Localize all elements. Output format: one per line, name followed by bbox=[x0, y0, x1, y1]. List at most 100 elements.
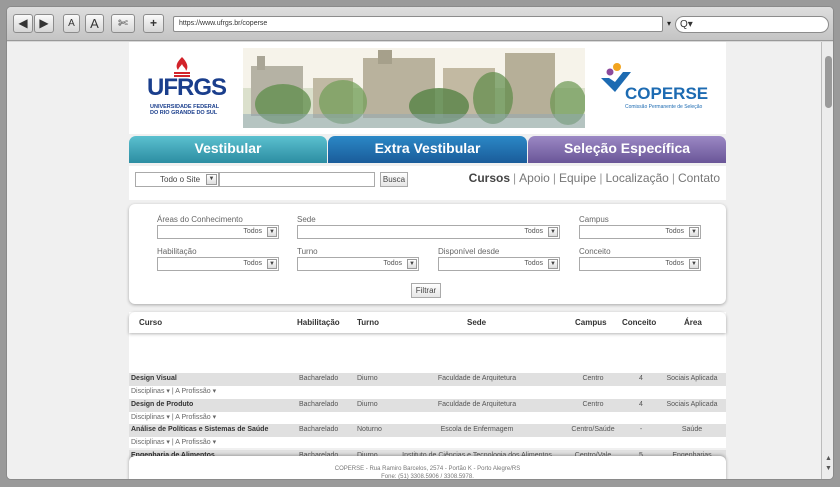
nav-cursos[interactable]: Cursos bbox=[469, 171, 510, 185]
cell-curso[interactable]: Design Visual bbox=[131, 375, 177, 382]
cell-area: Sociais Aplicada bbox=[666, 375, 718, 382]
habilitacao-value: Todos bbox=[243, 260, 262, 267]
col-conceito[interactable]: Conceito bbox=[622, 318, 656, 327]
habilitacao-label: Habilitação bbox=[157, 247, 197, 256]
text-smaller-button[interactable]: A bbox=[63, 14, 80, 33]
nav-equipe[interactable]: Equipe bbox=[559, 171, 596, 185]
tab-vestibular[interactable]: Vestibular bbox=[129, 136, 327, 163]
chevron-down-icon: ▼ bbox=[689, 227, 699, 237]
site-search-input[interactable] bbox=[219, 172, 375, 187]
col-turno[interactable]: Turno bbox=[357, 318, 379, 327]
ufrgs-wordmark: UFRGS bbox=[147, 74, 227, 101]
cell-habilitacao: Bacharelado bbox=[299, 400, 339, 408]
chevron-down-icon: ▼ bbox=[267, 259, 277, 269]
col-habilitacao[interactable]: Habilitação bbox=[297, 318, 340, 327]
footer-address: COPERSE - Rua Ramiro Barcelos, 2574 - Po… bbox=[334, 466, 521, 472]
filtrar-button[interactable]: Filtrar bbox=[411, 283, 441, 298]
disponivel-label: Disponível desde bbox=[438, 247, 500, 256]
coperse-subtitle: Comissão Permanente de Seleção bbox=[625, 104, 703, 110]
table-row[interactable]: Design Visual Bacharelado Diurno Faculdade … bbox=[129, 373, 726, 386]
cell-curso[interactable]: Análise de Políticas e Sistemas de Saúde bbox=[131, 426, 268, 433]
cell-turno: Diurno bbox=[357, 375, 378, 382]
add-bookmark-button[interactable]: + bbox=[143, 14, 164, 33]
top-navigation: Cursos | Apoio | Equipe | Localização | Contato bbox=[468, 171, 720, 185]
filters-panel: Áreas do Conhecimento Todos ▼ Sede Todos ▼… bbox=[129, 204, 726, 304]
address-dropdown-icon[interactable]: ▾ bbox=[663, 16, 675, 32]
campus-select[interactable]: Todos ▼ bbox=[579, 225, 701, 239]
row-sublinks[interactable]: Disciplinas ▾ | A Profissão ▾ bbox=[131, 387, 216, 395]
habilitacao-select[interactable]: Todos ▼ bbox=[157, 257, 279, 271]
campus-label: Campus bbox=[579, 215, 609, 224]
chevron-down-icon: ▼ bbox=[206, 174, 217, 185]
forward-icon[interactable]: ▶ bbox=[34, 14, 54, 33]
address-bar[interactable]: https://www.ufrgs.br/coperse bbox=[173, 16, 663, 32]
col-curso[interactable]: Curso bbox=[139, 318, 162, 327]
coperse-logo[interactable]: COPERSE Comissão Permanente de Seleção bbox=[593, 60, 723, 120]
cell-sede: Faculdade de Arquitetura bbox=[437, 375, 517, 382]
text-larger-button[interactable]: A bbox=[85, 14, 104, 33]
browser-toolbar: ◀ ▶ A A ✄ + https://www.ufrgs.br/coperse… bbox=[7, 7, 833, 41]
turno-select[interactable]: Todos ▼ bbox=[297, 257, 419, 271]
chevron-down-icon: ▼ bbox=[548, 259, 558, 269]
coperse-wordmark: COPERSE bbox=[625, 84, 709, 103]
campus-value: Todos bbox=[665, 228, 684, 235]
nav-apoio[interactable]: Apoio bbox=[519, 171, 550, 185]
browser-search-field[interactable]: Q▾ bbox=[675, 16, 829, 33]
main-tabs: Vestibular Extra Vestibular Seleção Espe… bbox=[129, 136, 726, 163]
turno-value: Todos bbox=[383, 260, 402, 267]
page-scrollbar[interactable]: ▲ ▼ bbox=[821, 42, 833, 479]
site-footer: COPERSE - Rua Ramiro Barcelos, 2574 - Po… bbox=[129, 456, 726, 479]
nav-localizacao[interactable]: Localização bbox=[605, 171, 668, 185]
table-row[interactable]: Análise de Políticas e Sistemas de Saúde… bbox=[129, 424, 726, 437]
cell-conceito: 4 bbox=[639, 400, 643, 408]
back-icon[interactable]: ◀ bbox=[13, 14, 33, 33]
cell-sede: Faculdade de Arquitetura bbox=[437, 400, 517, 408]
cell-sede: Escola de Enfermagem bbox=[440, 426, 514, 433]
snippet-icon[interactable]: ✄ bbox=[111, 14, 135, 33]
search-scope-select[interactable]: Todo o Site ▼ bbox=[135, 172, 219, 187]
row-sublinks[interactable]: Disciplinas ▾ | A Profissão ▾ bbox=[131, 438, 216, 446]
col-sede[interactable]: Sede bbox=[467, 318, 486, 327]
turno-label: Turno bbox=[297, 247, 318, 256]
cell-turno: Noturno bbox=[357, 426, 382, 433]
row-sublinks[interactable]: Disciplinas ▾ | A Profissão ▾ bbox=[131, 413, 216, 421]
scroll-up-icon[interactable]: ▲ bbox=[824, 454, 833, 463]
cell-turno: Diurno bbox=[357, 400, 378, 408]
cell-habilitacao: Bacharelado bbox=[299, 426, 339, 433]
sede-label: Sede bbox=[297, 215, 316, 224]
area-value: Todos bbox=[243, 228, 262, 235]
col-area[interactable]: Área bbox=[684, 318, 702, 327]
disponivel-select[interactable]: Todos ▼ bbox=[438, 257, 560, 271]
busca-button[interactable]: Busca bbox=[380, 172, 408, 187]
ufrgs-subtitle: UNIVERSIDADE FEDERAL DO RIO GRANDE DO SU… bbox=[150, 104, 230, 116]
search-nav-row: Todo o Site ▼ Busca Cursos | Apoio | Equipe |… bbox=[129, 166, 726, 200]
cell-area: Saúde bbox=[681, 426, 703, 433]
chevron-down-icon: ▼ bbox=[407, 259, 417, 269]
ufrgs-logo[interactable]: UFRGS UNIVERSIDADE FEDERAL DO RIO GRANDE… bbox=[143, 56, 227, 122]
nav-contato[interactable]: Contato bbox=[678, 171, 720, 185]
ufrgs-sub-line2: DO RIO GRANDE DO SUL bbox=[150, 110, 218, 116]
browser-window: ◀ ▶ A A ✄ + https://www.ufrgs.br/coperse… bbox=[6, 6, 834, 480]
site-header: UFRGS UNIVERSIDADE FEDERAL DO RIO GRANDE… bbox=[129, 42, 726, 134]
conceito-select[interactable]: Todos ▼ bbox=[579, 257, 701, 271]
cell-conceito: 4 bbox=[639, 375, 643, 382]
cell-campus: Centro bbox=[582, 375, 604, 382]
tab-extra-vestibular[interactable]: Extra Vestibular bbox=[328, 136, 527, 163]
table-row[interactable]: Design de Produto Bacharelado Diurno Faculd… bbox=[129, 398, 726, 412]
conceito-label: Conceito bbox=[579, 247, 611, 256]
scrollbar-thumb[interactable] bbox=[825, 56, 832, 108]
table-header: Curso Habilitação Turno Sede Campus Conc… bbox=[129, 312, 726, 333]
sede-value: Todos bbox=[524, 228, 543, 235]
search-scope-value: Todo o Site bbox=[160, 175, 201, 184]
cell-habilitacao: Bacharelado bbox=[299, 375, 339, 382]
area-label: Áreas do Conhecimento bbox=[157, 215, 243, 224]
conceito-value: Todos bbox=[665, 260, 684, 267]
cell-curso[interactable]: Design de Produto bbox=[131, 401, 193, 408]
sede-select[interactable]: Todos ▼ bbox=[297, 225, 560, 239]
tab-selecao-especifica[interactable]: Seleção Específica bbox=[528, 136, 726, 163]
campus-buildings-banner bbox=[243, 48, 585, 128]
scroll-down-icon[interactable]: ▼ bbox=[824, 464, 833, 473]
area-select[interactable]: Todos ▼ bbox=[157, 225, 279, 239]
col-campus[interactable]: Campus bbox=[575, 318, 607, 327]
page-viewport: UFRGS UNIVERSIDADE FEDERAL DO RIO GRANDE… bbox=[7, 42, 821, 479]
